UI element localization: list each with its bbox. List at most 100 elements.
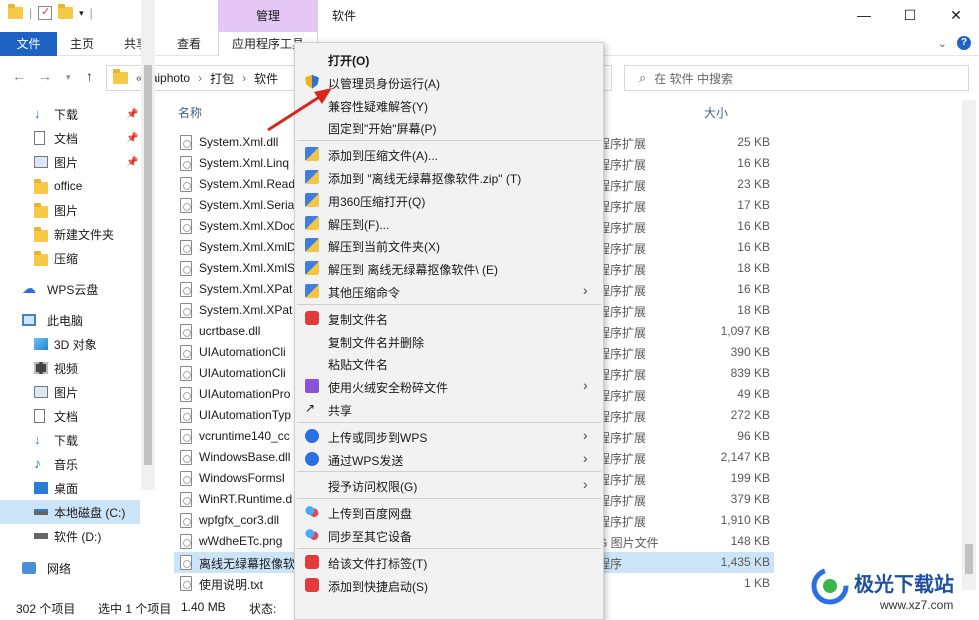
sidebar-item-network[interactable]: 网络 <box>0 556 140 580</box>
menu-item[interactable]: 添加到压缩文件(A)... <box>295 143 603 165</box>
expand-ribbon-icon[interactable]: ⌄ <box>938 37 947 50</box>
chevron-right-icon: › <box>583 377 588 394</box>
menu-item[interactable]: 粘贴文件名 <box>295 352 603 374</box>
sidebar-item-label: 压缩 <box>54 251 79 266</box>
menu-item-label: 添加到快捷启动(S) <box>328 579 428 594</box>
sidebar-item-this-pc[interactable]: 此电脑 <box>0 308 140 332</box>
menu-item[interactable]: 添加到快捷启动(S) <box>295 574 603 596</box>
menu-separator <box>297 140 601 142</box>
file-size: 16 KB <box>737 156 770 170</box>
menu-item[interactable]: 上传或同步到WPS › <box>295 425 603 447</box>
navigation-pane: ↓ 下载 📌 文档 📌 图片 📌 office 图片 新建文件夹 压缩 ☁ WP… <box>0 100 156 590</box>
close-button[interactable]: ✕ <box>933 0 979 32</box>
sidebar-item-desktop[interactable]: 桌面 <box>0 476 140 500</box>
menu-item-label: 通过WPS发送 <box>328 453 404 468</box>
recent-locations-icon[interactable]: ▾ <box>66 72 71 83</box>
sidebar-item-pictures-pc[interactable]: 图片 <box>0 380 140 404</box>
file-size: 379 KB <box>730 492 770 506</box>
sidebar-item-downloads[interactable]: ↓ 下载 📌 <box>0 102 140 126</box>
pin-icon[interactable]: 📌 <box>126 109 138 120</box>
sidebar-item-compress[interactable]: 压缩 <box>0 246 140 270</box>
zip-icon <box>305 261 319 276</box>
menu-item-label: 其他压缩命令 <box>328 286 401 300</box>
forward-icon[interactable]: → <box>38 68 52 84</box>
pin-icon[interactable]: 📌 <box>126 133 138 144</box>
sidebar-item-label: 文档 <box>54 131 79 146</box>
watermark: 极光下载站 www.xz7.com <box>810 562 975 620</box>
search-box[interactable]: ⌕ 在 软件 中搜索 <box>624 65 969 91</box>
menu-item-label: 打开(O) <box>328 54 370 68</box>
sidebar-item-wps-cloud[interactable]: ☁ WPS云盘 <box>0 277 140 301</box>
menu-item[interactable]: 添加到 "离线无绿幕抠像软件.zip" (T) <box>295 166 603 188</box>
menu-item[interactable]: 解压到 离线无绿幕抠像软件\ (E) <box>295 257 603 279</box>
menu-item[interactable]: 使用火绒安全粉碎文件 › <box>295 375 603 397</box>
menu-item[interactable]: ↗ 共享 <box>295 398 603 420</box>
folder-icon <box>34 179 48 194</box>
sidebar-item-documents-pc[interactable]: 文档 <box>0 404 140 428</box>
breadcrumb-dabao[interactable]: 打包 <box>210 70 234 87</box>
menu-item[interactable]: 授予访问权限(G) › <box>295 474 603 496</box>
file-name: System.Xml.Read <box>199 177 294 191</box>
breadcrumb-aiphoto[interactable]: aiphoto <box>151 71 190 85</box>
menu-item[interactable]: 同步至其它设备 <box>295 524 603 546</box>
file-type: 程序扩展 <box>598 200 647 214</box>
sidebar-item-label: 3D 对象 <box>54 337 97 352</box>
tab-home[interactable]: 主页 <box>58 32 106 56</box>
menu-item[interactable]: 解压到当前文件夹(X) <box>295 234 603 256</box>
customize-toolbar-icon[interactable]: ▾ <box>79 8 84 19</box>
menu-item[interactable]: 上传到百度网盘 <box>295 501 603 523</box>
breadcrumb-separator[interactable]: › <box>242 71 246 85</box>
menu-item[interactable]: 用360压缩打开(Q) <box>295 189 603 211</box>
menu-item-label: 添加到 "离线无绿幕抠像软件.zip" (T) <box>328 172 522 186</box>
column-header-size[interactable]: 大小 <box>704 104 728 121</box>
menu-item-label: 给该文件打标签(T) <box>328 556 428 571</box>
sidebar-item-3d-objects[interactable]: 3D 对象 <box>0 332 140 356</box>
sidebar-item-music[interactable]: ♪ 音乐 <box>0 452 140 476</box>
separator: | <box>29 6 33 20</box>
sidebar-item-documents[interactable]: 文档 📌 <box>0 126 140 150</box>
sidebar-item-label: office <box>54 179 83 193</box>
sidebar-item-downloads-pc[interactable]: ↓ 下载 <box>0 428 140 452</box>
menu-item[interactable]: 复制文件名 <box>295 307 603 329</box>
file-list-scrollbar[interactable] <box>962 100 976 590</box>
menu-item[interactable]: 解压到(F)... <box>295 212 603 234</box>
quick-access-toolbar: | ✓ ▾ | <box>8 4 93 20</box>
sidebar-item-software-d[interactable]: 软件 (D:) <box>0 524 140 548</box>
column-header-name[interactable]: 名称 <box>178 104 202 121</box>
folder-icon[interactable] <box>8 4 23 19</box>
menu-item[interactable]: 通过WPS发送 › <box>295 448 603 470</box>
up-icon[interactable]: ↑ <box>86 68 93 84</box>
sidebar-item-office[interactable]: office <box>0 174 140 198</box>
properties-check-icon[interactable]: ✓ <box>38 6 53 20</box>
tab-file[interactable]: 文件 <box>0 32 57 56</box>
menu-item[interactable]: 其他压缩命令 › <box>295 280 603 302</box>
help-icon[interactable]: ? <box>957 36 971 50</box>
menu-item[interactable]: 打开(O) <box>295 48 603 70</box>
file-type: 程序扩展 <box>598 431 647 445</box>
minimize-button[interactable]: — <box>841 0 887 32</box>
file-type: 程序扩展 <box>598 242 647 256</box>
pin-icon[interactable]: 📌 <box>126 157 138 168</box>
ribbon-right-controls: ⌄ ? <box>938 36 971 50</box>
window-title: 软件 <box>332 9 357 23</box>
sidebar-item-pictures-folder[interactable]: 图片 <box>0 198 140 222</box>
sidebar-scrollbar-thumb[interactable] <box>144 65 152 465</box>
menu-item[interactable]: 给该文件打标签(T) <box>295 551 603 573</box>
menu-item[interactable]: 复制文件名并删除 <box>295 330 603 352</box>
download-icon: ↓ <box>34 106 41 121</box>
new-folder-icon[interactable] <box>58 4 74 19</box>
manage-tab-header[interactable]: 管理 <box>218 0 318 32</box>
tab-view[interactable]: 查看 <box>165 32 213 56</box>
dll-file-icon <box>180 471 192 486</box>
watermark-logo-icon <box>811 567 849 605</box>
breadcrumb-separator[interactable]: › <box>198 71 202 85</box>
watermark-url: www.xz7.com <box>880 598 954 612</box>
sidebar-item-videos[interactable]: 视频 <box>0 356 140 380</box>
sidebar-item-label: 桌面 <box>54 481 79 496</box>
sidebar-item-local-disk-c[interactable]: 本地磁盘 (C:) <box>0 500 140 524</box>
back-icon[interactable]: ← <box>12 68 26 84</box>
maximize-button[interactable]: ☐ <box>887 0 933 32</box>
sidebar-item-new-folder[interactable]: 新建文件夹 <box>0 222 140 246</box>
sidebar-item-pictures[interactable]: 图片 📌 <box>0 150 140 174</box>
zip-icon <box>305 215 319 230</box>
